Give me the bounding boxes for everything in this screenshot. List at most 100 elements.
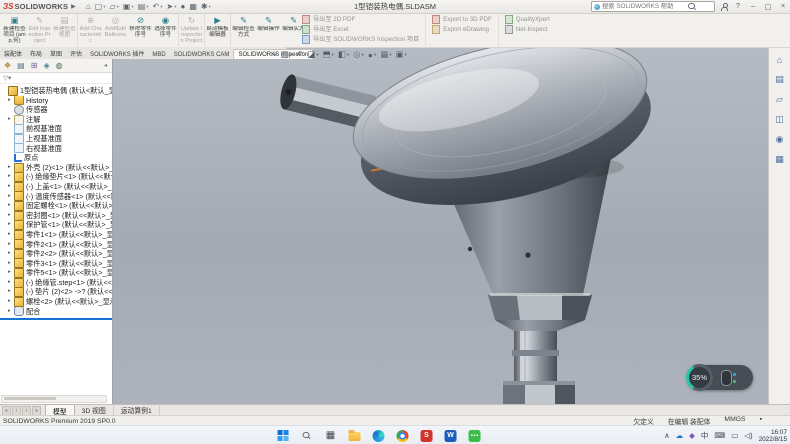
wechat-button[interactable]: ⋯	[468, 429, 482, 443]
edit-inspection-method-button[interactable]: ✎ 编辑检查方式	[231, 14, 256, 46]
ribbon-tab[interactable]: SOLIDWORKS CAM	[170, 50, 234, 59]
tree-item[interactable]: 螺栓<2> (默认<<默认>_显示状态	[0, 297, 112, 307]
tree-item[interactable]: 注解	[0, 115, 112, 125]
solidworks-logo[interactable]: ЗS SOLIDWORKS ▶	[3, 2, 76, 11]
net-inspect[interactable]: Net-Inspect	[505, 25, 550, 34]
tree-item[interactable]: 外壳 (2)<1> (默认<<默认>_显示状	[0, 163, 112, 173]
login-user-icon[interactable]	[720, 3, 728, 11]
custom-properties-tab[interactable]: ▦	[775, 154, 784, 165]
qualityxpert[interactable]: QualityXpert	[505, 15, 550, 24]
tree-item[interactable]: (-) 绝缘垫片<1> (默认<<默认>_显	[0, 172, 112, 182]
ribbon-tab[interactable]: SOLIDWORKS 插件	[86, 47, 148, 59]
export-inspection-project[interactable]: 导出至 SOLIDWORKS Inspection 项目	[302, 35, 419, 44]
export-2d-pdf[interactable]: 导出至 2D PDF	[302, 15, 419, 24]
start-button[interactable]	[276, 429, 290, 443]
tree-item[interactable]: 零件5<1> (默认<<默认>_显示状	[0, 268, 112, 278]
update-inspection-project-button[interactable]: ↻ Update Inspection Project	[179, 14, 205, 46]
tree-item[interactable]: 右视基准面	[0, 144, 112, 154]
tree-item[interactable]: 零件2<2> (默认<<默认>_显示状	[0, 249, 112, 259]
scrollbar-thumb[interactable]	[4, 397, 56, 400]
launch-template-editor-button[interactable]: ▶ 启动模板编辑器	[205, 14, 231, 46]
undo-icon[interactable]: ↶	[153, 2, 163, 12]
export-excel[interactable]: 导出至 Excel	[302, 25, 419, 34]
task-view-button[interactable]: ▦	[324, 429, 338, 443]
export-3d-pdf[interactable]: Export to 3D PDF	[432, 15, 492, 24]
apply-scene-icon[interactable]: ▦	[380, 49, 391, 60]
hide-show-items-icon[interactable]: ◎	[353, 49, 364, 60]
display-style-icon[interactable]: ◧	[338, 49, 349, 60]
panel-splitter[interactable]	[0, 318, 112, 320]
tree-item[interactable]: 密封圈<1> (默认<<默认>_显示状	[0, 211, 112, 221]
view-palette-tab[interactable]: ◫	[775, 114, 784, 125]
new-document-icon[interactable]: ▢	[95, 2, 106, 12]
search-scope-icon[interactable]	[594, 4, 600, 10]
configurationmanager-tab[interactable]: ⊞	[31, 61, 38, 70]
tab-scroll-prev[interactable]: ‹	[12, 406, 21, 416]
help-search-box[interactable]	[591, 1, 715, 12]
ime-indicator[interactable]: 中	[701, 430, 709, 441]
dimxpertmanager-tab[interactable]: ◈	[43, 61, 49, 70]
export-edrawing[interactable]: Export eDrawing	[432, 25, 492, 34]
help-button[interactable]: ?	[733, 3, 743, 10]
add-edit-balloons-button[interactable]: ◎ Add/Edit Balloons	[103, 14, 128, 46]
ribbon-tab[interactable]: 草图	[46, 47, 66, 59]
ribbon-tab[interactable]: 评估	[66, 47, 86, 59]
tree-item[interactable]: 原点	[0, 153, 112, 163]
volume-icon[interactable]: ◁)	[744, 431, 752, 440]
tree-item[interactable]: 传感器	[0, 105, 112, 115]
filter-icon[interactable]: ▽▾	[3, 74, 11, 82]
design-library-tab[interactable]: ▤	[775, 74, 784, 85]
tree-item[interactable]: 前视基准面	[0, 124, 112, 134]
file-explorer-button[interactable]	[348, 429, 362, 443]
tab-scroll-last[interactable]: »	[32, 406, 41, 416]
edit-operation-button[interactable]: ✎ 编辑操作	[256, 14, 281, 46]
select-balloons-button[interactable]: ◉ 选择零件序号	[153, 14, 179, 46]
tree-item[interactable]: 保护管<1> (默认<<默认>_显示状	[0, 220, 112, 230]
tab-scroll-next[interactable]: ›	[22, 406, 31, 416]
search-icon[interactable]	[688, 3, 696, 11]
open-icon[interactable]: ▱	[109, 2, 118, 12]
displaymanager-tab[interactable]: ◍	[56, 61, 63, 70]
tree-item[interactable]: 配合	[0, 307, 112, 317]
file-explorer-tab[interactable]: ▱	[776, 94, 783, 105]
tree-item[interactable]: (-) 温度传感器<1> (默认<<默认>_	[0, 192, 112, 202]
remove-balloons-button[interactable]: ⊘ 移除零件序号	[128, 14, 153, 46]
view-orientation-icon[interactable]: ⬒	[323, 49, 334, 60]
tree-item[interactable]: (-) 绝缘管.step<1> (默认<<默认>	[0, 278, 112, 288]
tree-filter-row[interactable]: ▽▾	[0, 73, 112, 84]
tree-item[interactable]: History	[0, 96, 112, 106]
tree-item[interactable]: (-) 垫片 (2)<2> ->? (默认<<默认	[0, 287, 112, 297]
featuremanager-tree-tab[interactable]: ❖	[4, 61, 11, 70]
ribbon-tab[interactable]: MBD	[148, 50, 169, 59]
defender-icon[interactable]: ◆	[689, 431, 695, 440]
edge-button[interactable]	[372, 429, 386, 443]
restore-button[interactable]: ▢	[763, 3, 773, 11]
network-icon[interactable]: ▭	[731, 431, 738, 440]
solidworks-button[interactable]: S	[420, 429, 434, 443]
zoom-fit-icon[interactable]: ⌖	[272, 49, 277, 60]
print-icon[interactable]: ▤	[138, 2, 149, 12]
view-settings-icon[interactable]: ▣	[396, 49, 407, 60]
chrome-button[interactable]	[396, 429, 410, 443]
add-characteristic-button[interactable]: ⊕ Add Characteristic	[78, 14, 103, 46]
tree-item[interactable]: 零件3<1> (默认<<默认>_显示状	[0, 259, 112, 269]
tree-item[interactable]: 1型铠装热电偶 (默认<默认_显示状态-1	[0, 86, 112, 96]
graphics-viewport[interactable]	[112, 47, 769, 404]
file-properties-icon[interactable]: ▦	[189, 2, 197, 12]
ribbon-tab[interactable]: 装配体	[0, 47, 26, 59]
edit-inspection-project-button[interactable]: ✎ Edit Inspection Project	[27, 14, 52, 46]
close-button[interactable]: ×	[778, 3, 788, 10]
edit-appearance-icon[interactable]: ●	[368, 50, 376, 60]
tray-chevron-icon[interactable]: ∧	[664, 431, 670, 440]
ribbon-tab[interactable]: 布局	[26, 47, 46, 59]
minimize-button[interactable]: –	[748, 3, 758, 10]
rebuild-icon[interactable]: ●	[180, 2, 185, 12]
tree-item[interactable]: 固定螺栓<1> (默认<<默认>_显示	[0, 201, 112, 211]
panel-collapse-arrow[interactable]: ◂	[104, 62, 107, 69]
taskbar-clock[interactable]: 16:07 2022/8/15	[759, 429, 787, 443]
tab-scroll-first[interactable]: «	[2, 406, 11, 416]
home-icon[interactable]: ⌂	[86, 2, 91, 12]
select-icon[interactable]: ➤	[167, 2, 177, 12]
menu-expand-arrow[interactable]: ▶	[71, 3, 76, 10]
solidworks-resources-tab[interactable]: ⌂	[777, 55, 782, 65]
